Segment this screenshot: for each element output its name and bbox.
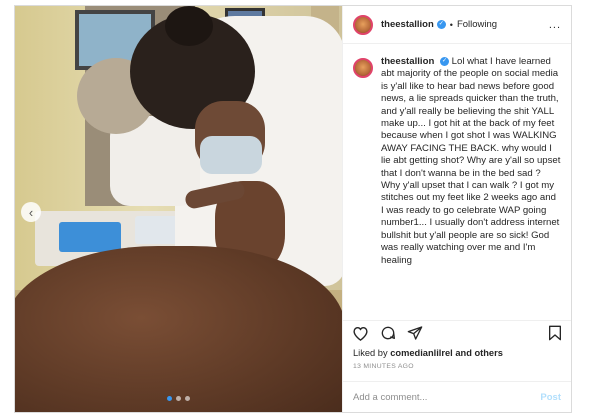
post-header: theestallion ✓ • Following ... — [343, 6, 571, 44]
post-side-panel: theestallion ✓ • Following ... theestall… — [342, 6, 571, 412]
carousel-indicator — [167, 396, 190, 401]
post-timestamp[interactable]: 13 MINUTES AGO — [353, 363, 414, 370]
comments-section[interactable]: theestallion ✓ Lol what I have learned a… — [343, 44, 571, 320]
caption-username-link[interactable]: theestallion — [381, 56, 434, 67]
instagram-post: ‹ theestallion ✓ • Following ... theesta… — [14, 5, 572, 413]
username-link[interactable]: theestallion — [381, 19, 434, 30]
liked-by-others-link[interactable]: and others — [455, 348, 503, 358]
share-icon[interactable] — [407, 325, 423, 341]
more-options-icon[interactable]: ... — [549, 19, 561, 31]
comment-input[interactable] — [353, 391, 541, 403]
post-comment-button[interactable]: Post — [540, 392, 561, 403]
carousel-dot — [176, 396, 181, 401]
heart-icon[interactable] — [352, 325, 369, 341]
separator-dot: • — [449, 19, 453, 30]
liked-by-prefix: Liked by — [353, 348, 388, 358]
add-comment-bar: Post — [343, 381, 571, 412]
carousel-prev-button[interactable]: ‹ — [21, 202, 41, 222]
chevron-left-icon: ‹ — [28, 204, 34, 220]
verified-badge-icon: ✓ — [439, 56, 449, 66]
caption: theestallion ✓ Lol what I have learned a… — [353, 56, 561, 267]
liked-by-user-link[interactable]: comedianlilrel — [390, 348, 453, 358]
post-photo[interactable]: ‹ — [15, 6, 342, 412]
comment-icon[interactable] — [380, 325, 396, 341]
carousel-dot — [167, 396, 172, 401]
caption-text: Lol what I have learned abt majority of … — [381, 56, 561, 266]
carousel-dot — [185, 396, 190, 401]
verified-badge-icon: ✓ — [436, 20, 446, 29]
action-bar — [343, 320, 571, 344]
bookmark-icon[interactable] — [548, 325, 562, 341]
following-button[interactable]: Following — [457, 19, 497, 30]
avatar[interactable] — [353, 58, 373, 78]
avatar[interactable] — [353, 14, 373, 35]
likes-line: Liked by comedianlilrel and others — [353, 348, 503, 358]
